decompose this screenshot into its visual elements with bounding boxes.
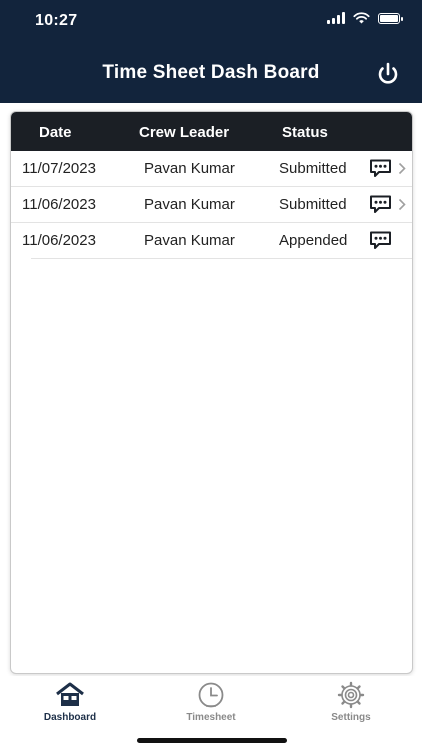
- table-row[interactable]: 11/06/2023 Pavan Kumar Appended: [22, 223, 412, 259]
- tab-timesheet[interactable]: Timesheet: [161, 680, 261, 723]
- wifi-icon: [353, 12, 370, 24]
- status-bar-time: 10:27: [35, 12, 78, 29]
- tab-label: Dashboard: [43, 712, 97, 723]
- row-date: 11/06/2023: [22, 232, 96, 249]
- page-title: Time Sheet Dash Board: [102, 62, 320, 83]
- tab-settings[interactable]: Settings: [301, 680, 401, 723]
- home-icon: [56, 682, 84, 706]
- power-icon: [378, 62, 398, 84]
- table-header: Date Crew Leader Status: [11, 112, 412, 151]
- comment-icon[interactable]: [369, 159, 392, 182]
- app-header: 10:27 Time Sheet Dash Board: [0, 0, 422, 103]
- table-row[interactable]: 11/06/2023 Pavan Kumar Submitted: [11, 187, 412, 223]
- row-status: Submitted: [279, 196, 347, 213]
- home-indicator: [137, 738, 287, 743]
- clock-icon: [198, 682, 224, 708]
- logout-button[interactable]: [374, 60, 402, 88]
- tab-dashboard[interactable]: Dashboard: [20, 680, 120, 723]
- gear-icon: [337, 681, 365, 709]
- column-header-crew-leader: Crew Leader: [139, 124, 230, 141]
- timesheet-table-card: Date Crew Leader Status 11/07/2023 Pavan…: [10, 111, 413, 674]
- tab-label: Timesheet: [186, 712, 236, 723]
- row-crew-leader: Pavan Kumar: [144, 196, 235, 213]
- chevron-right-icon: [398, 162, 406, 179]
- status-bar-icons: [327, 12, 403, 24]
- battery-icon: [378, 12, 403, 24]
- table-row[interactable]: 11/07/2023 Pavan Kumar Submitted: [11, 151, 412, 187]
- comment-icon[interactable]: [369, 195, 392, 218]
- row-date: 11/07/2023: [22, 160, 96, 177]
- row-crew-leader: Pavan Kumar: [144, 160, 235, 177]
- chevron-right-icon: [398, 198, 406, 215]
- column-header-status: Status: [282, 124, 328, 141]
- column-header-date: Date: [39, 124, 72, 141]
- row-crew-leader: Pavan Kumar: [144, 232, 235, 249]
- row-date: 11/06/2023: [22, 196, 96, 213]
- tab-label: Settings: [331, 712, 371, 723]
- row-status: Appended: [279, 232, 348, 249]
- row-status: Submitted: [279, 160, 347, 177]
- signal-icon: [327, 12, 345, 24]
- comment-icon[interactable]: [369, 231, 392, 254]
